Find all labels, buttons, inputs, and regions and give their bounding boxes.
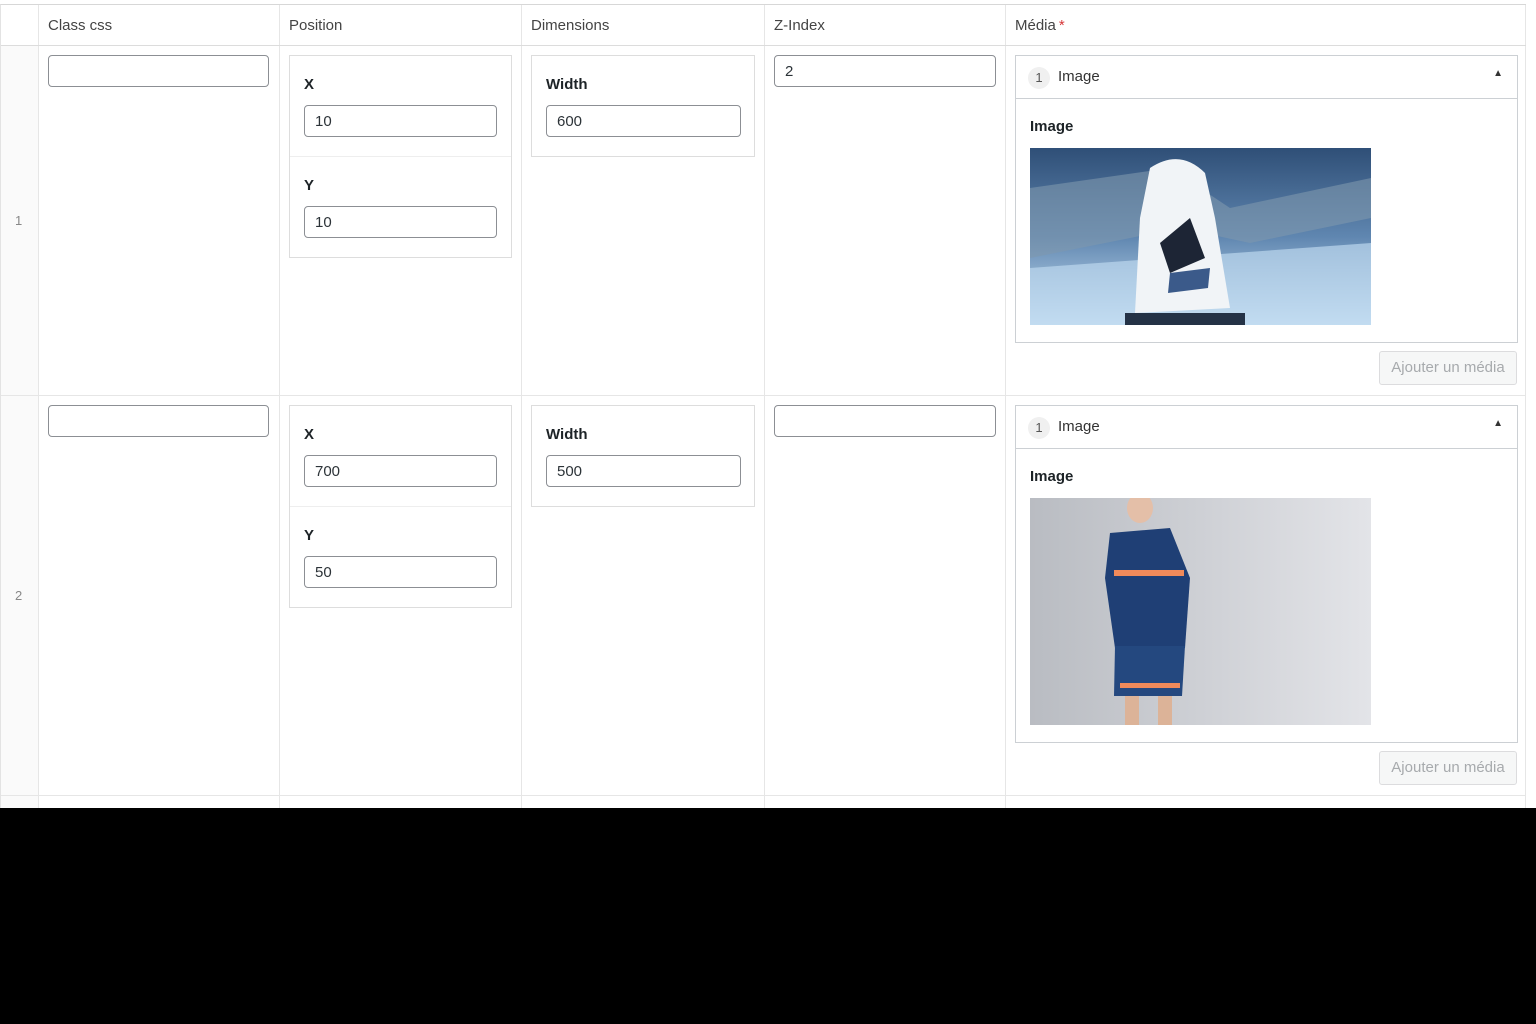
row-handle-column [1, 45, 38, 808]
y-input[interactable]: 10 [304, 206, 497, 238]
header-media-label: Média [1015, 17, 1056, 34]
class-css-input[interactable] [48, 55, 269, 87]
media-layout-header[interactable]: 1 Image ▲ [1016, 406, 1517, 449]
media-layout: 1 Image ▲ Image [1015, 55, 1518, 343]
add-media-button[interactable]: Ajouter un média [1379, 351, 1517, 385]
image-preview[interactable] [1030, 148, 1371, 325]
z-index-input[interactable] [774, 405, 996, 437]
dimensions-group: Width 500 [531, 405, 755, 507]
model-navy-outfit-photo [1030, 498, 1371, 725]
header-class-css: Class css [48, 17, 113, 34]
position-group: X 10 Y 10 [289, 55, 512, 258]
add-media-button[interactable]: Ajouter un média [1379, 751, 1517, 785]
media-layout-header[interactable]: 1 Image ▲ [1016, 56, 1517, 99]
width-input[interactable]: 500 [546, 455, 741, 487]
dimensions-group: Width 600 [531, 55, 755, 157]
x-input[interactable]: 10 [304, 105, 497, 137]
collapse-arrow-icon[interactable]: ▲ [1493, 68, 1503, 79]
acf-repeater-screen: Class css Position Dimensions Z-Index Mé… [0, 0, 1536, 808]
width-label: Width [546, 76, 588, 93]
collapse-arrow-icon[interactable]: ▲ [1493, 418, 1503, 429]
x-label: X [304, 76, 315, 93]
row-number[interactable]: 2 [15, 588, 22, 603]
repeater-table: Class css Position Dimensions Z-Index Mé… [0, 4, 1526, 808]
class-css-input[interactable] [48, 405, 269, 437]
x-label: X [304, 426, 315, 443]
media-layout: 1 Image ▲ Image [1015, 405, 1518, 743]
y-label: Y [304, 527, 315, 544]
layout-title[interactable]: Image [1058, 68, 1100, 85]
header-media: Média * [1015, 17, 1065, 34]
y-label: Y [304, 177, 315, 194]
hoodie-beach-photo [1030, 148, 1371, 325]
y-input[interactable]: 50 [304, 556, 497, 588]
image-field-label: Image [1030, 118, 1074, 135]
header-dimensions: Dimensions [531, 17, 610, 34]
z-index-input[interactable]: 2 [774, 55, 996, 87]
width-input[interactable]: 600 [546, 105, 741, 137]
required-marker: * [1058, 17, 1065, 34]
image-preview[interactable] [1030, 498, 1371, 725]
layout-order-badge[interactable]: 1 [1028, 417, 1050, 439]
position-group: X 700 Y 50 [289, 405, 512, 608]
x-input[interactable]: 700 [304, 455, 497, 487]
layout-order-badge[interactable]: 1 [1028, 67, 1050, 89]
header-position: Position [289, 17, 343, 34]
row-number[interactable]: 1 [15, 213, 22, 228]
header-z-index: Z-Index [774, 17, 825, 34]
width-label: Width [546, 426, 588, 443]
image-field-label: Image [1030, 468, 1074, 485]
layout-title[interactable]: Image [1058, 418, 1100, 435]
